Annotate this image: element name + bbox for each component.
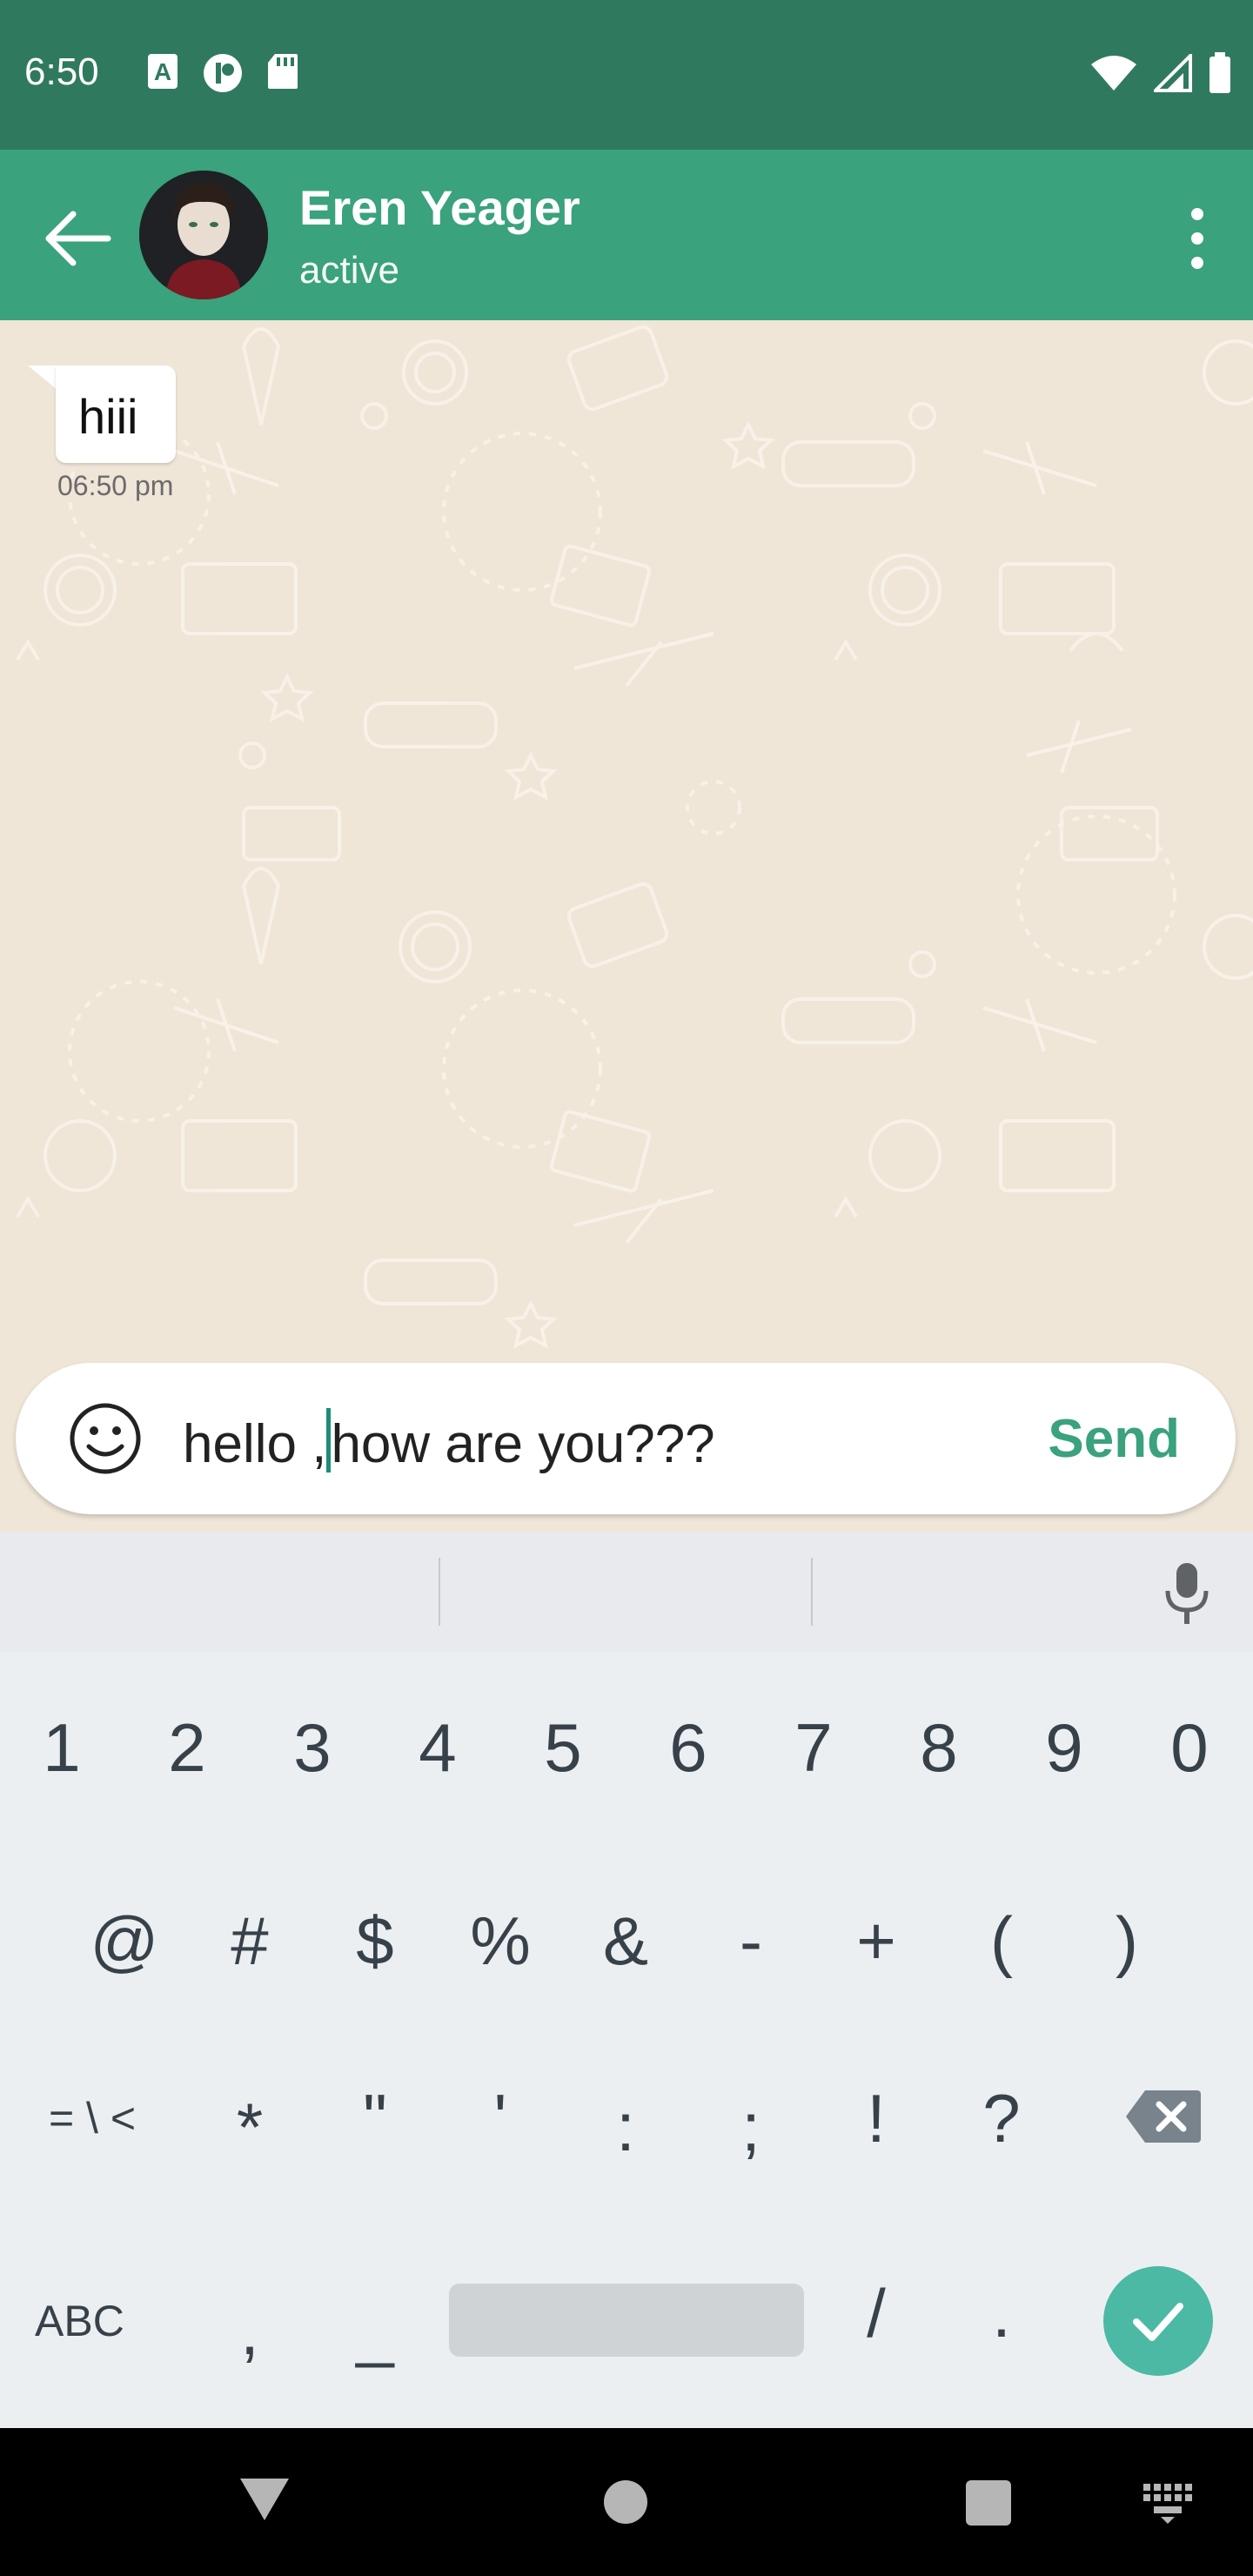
check-icon: [1133, 2303, 1183, 2341]
status-bar: 6:50 A: [0, 0, 1253, 150]
key-6[interactable]: 6: [640, 1695, 736, 1800]
space-key[interactable]: [449, 2284, 804, 2357]
avatar-image: [139, 171, 268, 299]
send-button[interactable]: Send: [1048, 1408, 1180, 1470]
status-icons-left: A: [146, 52, 299, 94]
backspace-icon: [1126, 2090, 1201, 2143]
wifi-icon: [1091, 56, 1136, 91]
chat-area[interactable]: hiii 06:50 pm: [0, 320, 1253, 1530]
contact-name[interactable]: Eren Yeager: [299, 179, 580, 236]
emoji-button[interactable]: [68, 1401, 143, 1476]
key-plus[interactable]: +: [828, 1888, 924, 1993]
microphone-icon: [1165, 1563, 1209, 1624]
key-7[interactable]: 7: [766, 1695, 861, 1800]
suggestion-divider: [811, 1558, 813, 1626]
avatar[interactable]: [139, 171, 268, 299]
keyboard[interactable]: 1 2 3 4 5 6 7 8 9 0 @ # $ % & - + ( ) = …: [0, 1652, 1253, 2428]
key-0[interactable]: 0: [1142, 1695, 1237, 1800]
arrow-left-icon: [45, 211, 111, 266]
signal-icon: [1154, 54, 1192, 92]
key-8[interactable]: 8: [891, 1695, 987, 1800]
svg-text:A: A: [154, 58, 171, 85]
key-close-paren[interactable]: ): [1079, 1888, 1175, 1993]
nav-home-button[interactable]: [604, 2480, 647, 2524]
suggestion-divider: [439, 1558, 440, 1626]
chat-wallpaper: [16, 325, 1253, 1349]
nav-recents-button[interactable]: [966, 2480, 1011, 2526]
backspace-key[interactable]: [1124, 2089, 1203, 2144]
key-1[interactable]: 1: [14, 1695, 110, 1800]
key-open-paren[interactable]: (: [954, 1888, 1049, 1993]
key-slash[interactable]: /: [828, 2261, 924, 2365]
key-comma[interactable]: ,: [202, 2278, 298, 2383]
key-minus[interactable]: -: [703, 1888, 799, 1993]
input-text-before-cursor: hello ,: [183, 1414, 327, 1474]
contact-status: active: [299, 249, 399, 292]
key-exclamation[interactable]: !: [828, 2066, 924, 2170]
status-icons-right: [1089, 52, 1232, 94]
back-button[interactable]: [35, 197, 118, 280]
key-4[interactable]: 4: [390, 1695, 486, 1800]
more-vert-icon: [1191, 208, 1203, 269]
message-composer[interactable]: hello ,how are you??? Send: [16, 1363, 1236, 1514]
key-semicolon[interactable]: ;: [703, 2075, 799, 2179]
key-3[interactable]: 3: [265, 1695, 360, 1800]
voice-input-button[interactable]: [1152, 1558, 1222, 1627]
done-key[interactable]: [1103, 2266, 1213, 2376]
key-double-quote[interactable]: ": [327, 2066, 423, 2170]
key-ampersand[interactable]: &: [578, 1888, 673, 1993]
key-percent[interactable]: %: [452, 1888, 548, 1993]
message-bubble[interactable]: hiii: [56, 366, 176, 463]
chat-header: Eren Yeager active: [0, 150, 1253, 320]
key-5[interactable]: 5: [515, 1695, 611, 1800]
key-single-quote[interactable]: ': [452, 2066, 548, 2170]
text-a-icon: A: [148, 54, 178, 89]
message-time: 06:50 pm: [57, 470, 174, 501]
overflow-menu-button[interactable]: [1175, 202, 1220, 275]
key-at[interactable]: @: [77, 1888, 172, 1993]
battery-icon: [1209, 52, 1230, 93]
message-tail: [28, 366, 57, 390]
keyboard-switch-icon[interactable]: [1142, 2482, 1194, 2524]
system-nav-bar: [0, 2428, 1253, 2576]
key-question[interactable]: ?: [954, 2066, 1049, 2170]
status-time: 6:50: [24, 50, 99, 93]
key-2[interactable]: 2: [139, 1695, 235, 1800]
key-9[interactable]: 9: [1016, 1695, 1112, 1800]
message-text: hiii: [78, 389, 138, 444]
key-underscore[interactable]: _: [327, 2278, 423, 2383]
key-hash[interactable]: #: [202, 1888, 298, 1993]
key-dollar[interactable]: $: [327, 1888, 423, 1993]
key-colon[interactable]: :: [578, 2075, 673, 2179]
keyboard-suggestion-bar[interactable]: [0, 1532, 1253, 1652]
key-period[interactable]: .: [954, 2261, 1049, 2365]
input-text-after-cursor: how are you???: [331, 1414, 715, 1474]
sd-card-icon: [268, 54, 298, 89]
smiley-icon: [70, 1403, 141, 1474]
key-abc[interactable]: ABC: [35, 2296, 124, 2346]
alarm-icon: [204, 54, 242, 92]
key-more-symbols[interactable]: = \ <: [31, 2066, 153, 2170]
key-asterisk[interactable]: *: [202, 2075, 298, 2179]
nav-back-icon[interactable]: [238, 2472, 291, 2524]
message-input[interactable]: hello ,how are you???: [183, 1408, 715, 1475]
